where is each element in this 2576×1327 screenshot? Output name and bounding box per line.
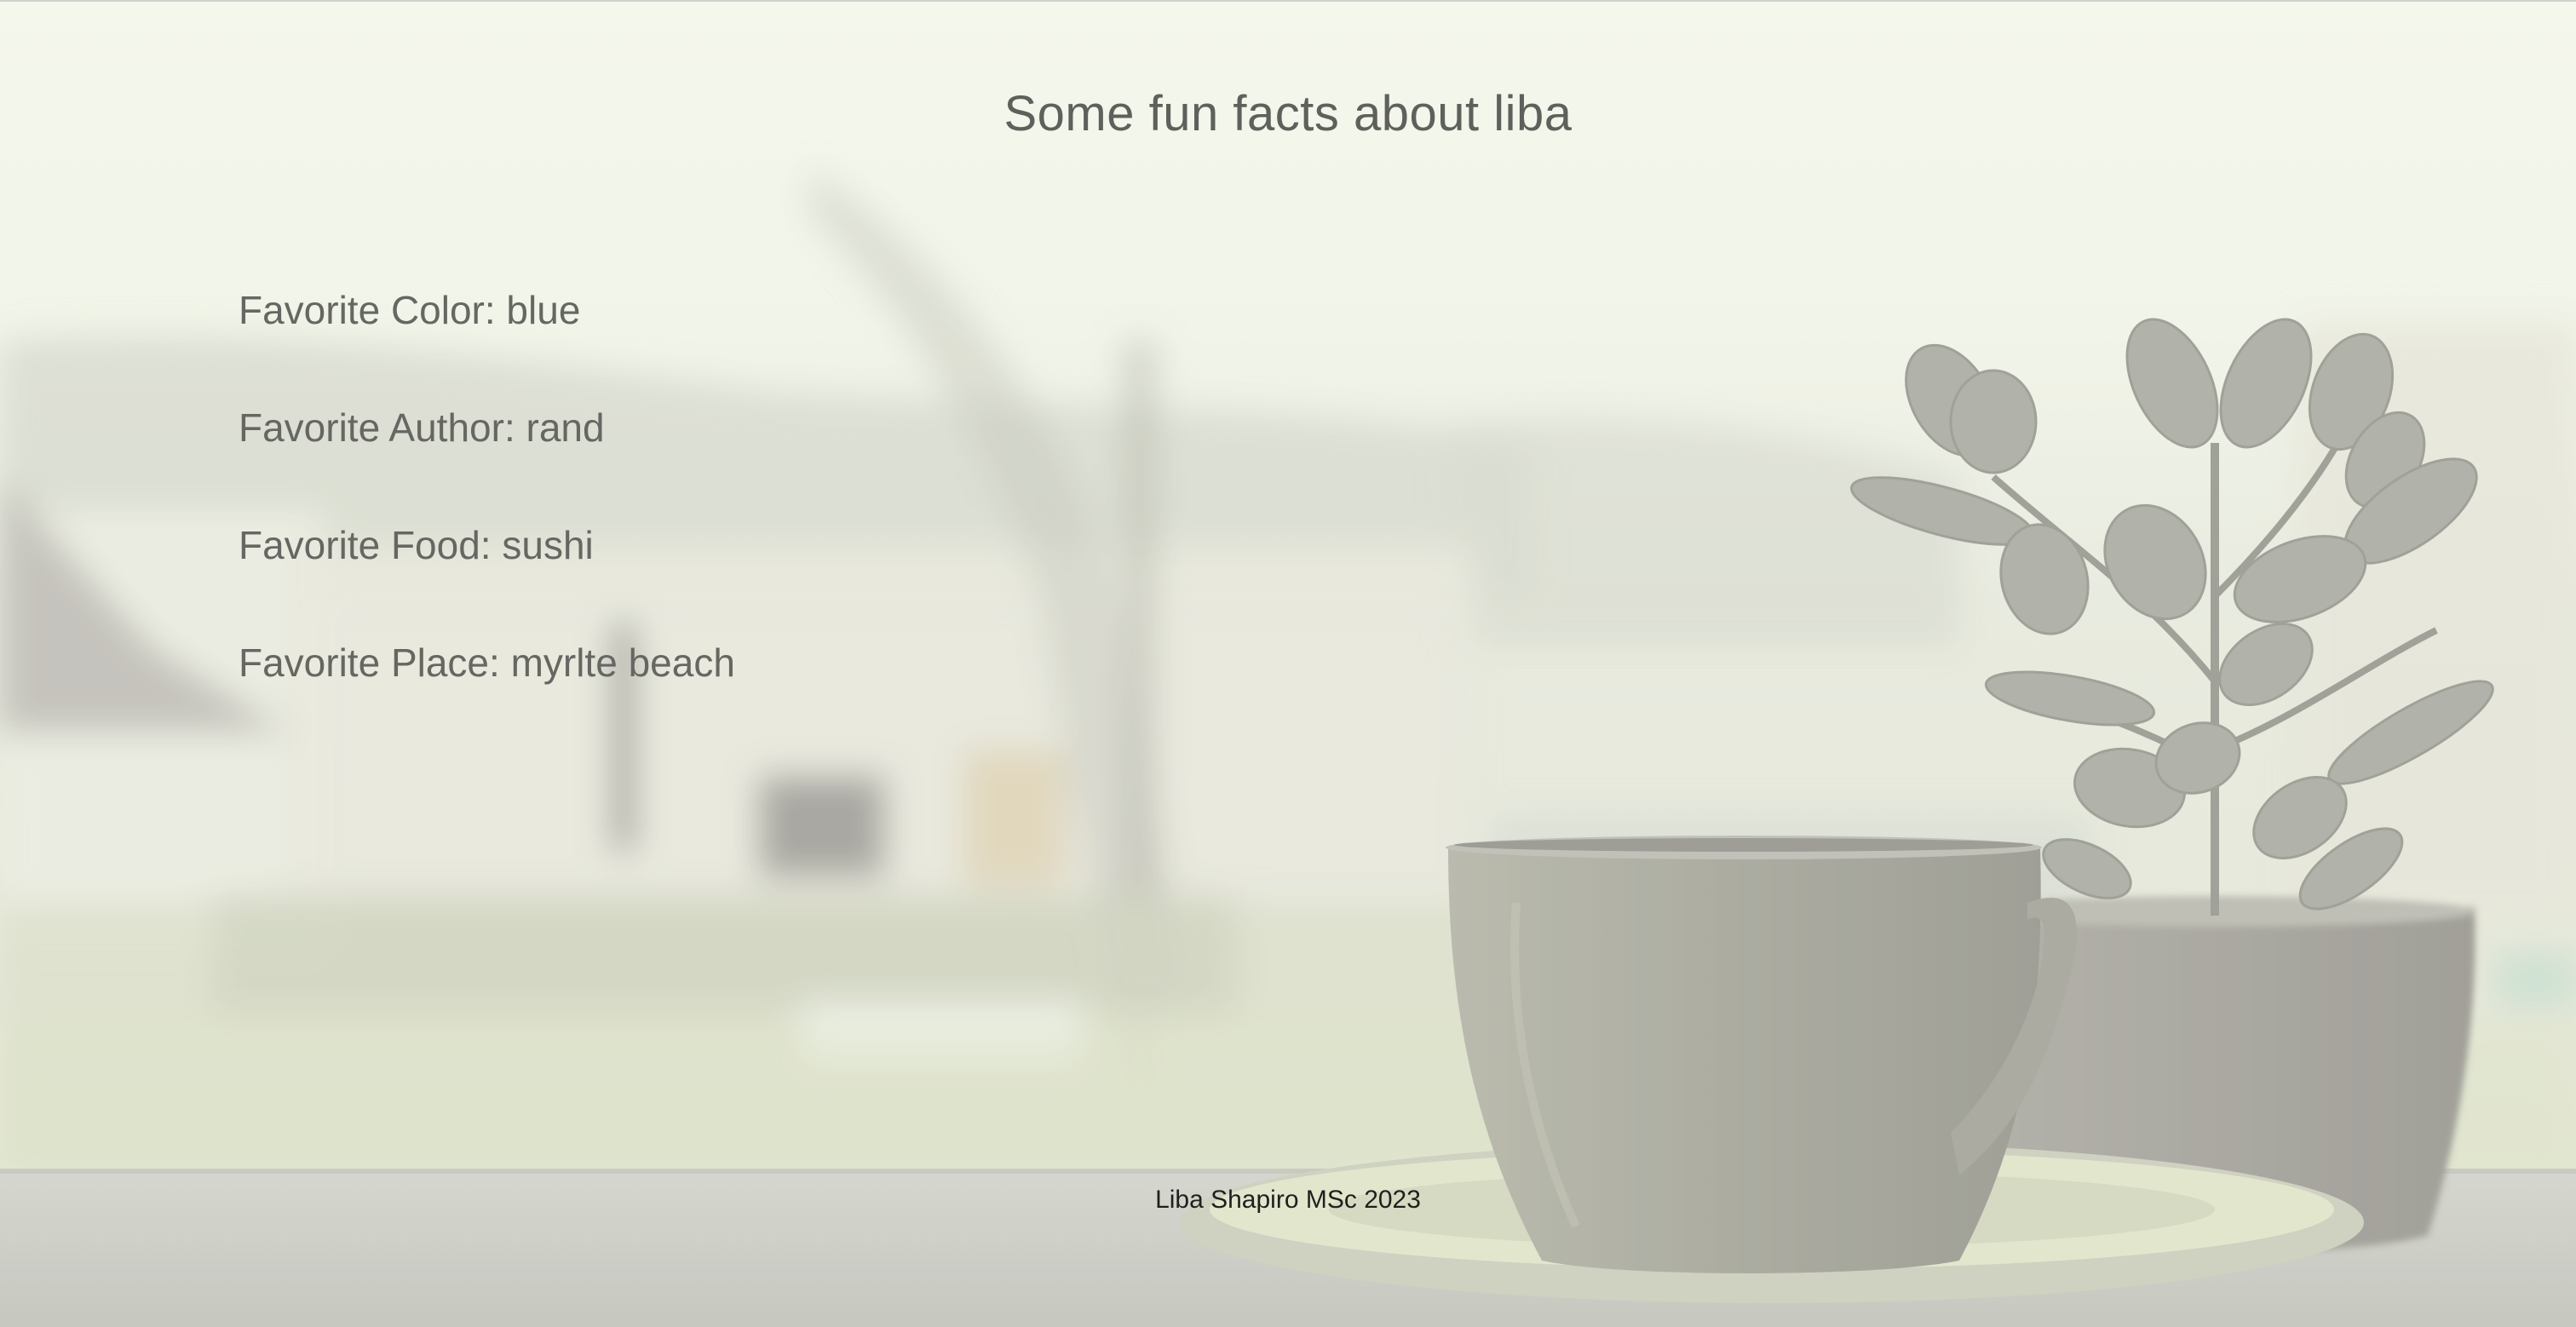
fact-favorite-author: Favorite Author: rand [239, 405, 605, 450]
fact-favorite-place: Favorite Place: myrlte beach [239, 641, 735, 685]
fact-favorite-color: Favorite Color: blue [239, 288, 581, 332]
footer-credit: Liba Shapiro MSc 2023 [1155, 1186, 1421, 1214]
fact-favorite-food: Favorite Food: sushi [239, 523, 594, 567]
page: Some fun facts about liba Favorite Color… [0, 0, 2576, 1327]
top-border [0, 0, 2576, 2]
page-title: Some fun facts about liba [1003, 86, 1573, 141]
facts-list: Favorite Color: blue Favorite Author: ra… [239, 285, 735, 755]
